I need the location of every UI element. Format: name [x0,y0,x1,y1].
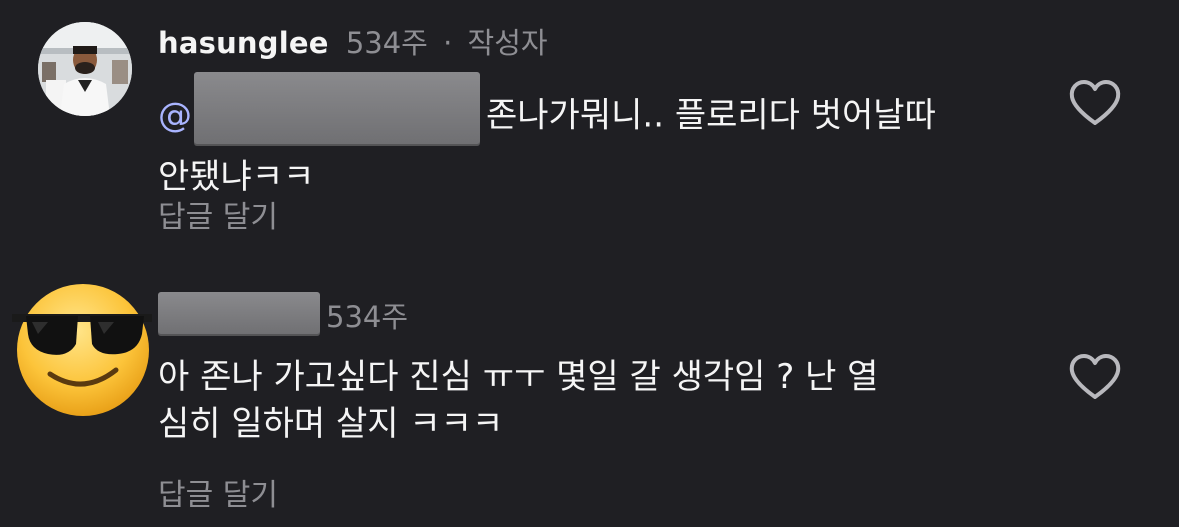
comment-text: 아 존나 가고싶다 진심 ㅠㅜ 몇일 갈 생각임 ? 난 열 심히 일하며 살지… [158,354,1038,448]
mention[interactable]: @ [158,96,192,136]
comment-text: @ 존나가뭐니.. 플로리다 벗어날따 안됐냐ㅋㅋ [158,72,1038,201]
comment-meta: hasunglee 534주 · 작성자 [158,26,548,60]
like-button[interactable] [1068,78,1122,128]
comment-text-line-2: 안됐냐ㅋㅋ [158,157,315,197]
comment-text-line-1: 아 존나 가고싶다 진심 ㅠㅜ 몇일 갈 생각임 ? 난 열 [158,357,879,397]
comment-text-line-1: 존나가뭐니.. 플로리다 벗어날따 [486,95,936,136]
reply-button[interactable]: 답글 달기 [158,192,278,236]
reply-button[interactable]: 답글 달기 [158,470,278,514]
avatar[interactable] [8,274,154,420]
comment: 534주 아 존나 가고싶다 진심 ㅠㅜ 몇일 갈 생각임 ? 난 열 심히 일… [0,260,1179,527]
redacted-username [158,292,320,336]
username[interactable]: hasunglee [158,26,329,60]
timestamp: 534주 [345,26,428,60]
timestamp: 534주 [326,300,409,334]
heart-outline-icon [1069,80,1121,125]
redacted-username [194,72,480,146]
avatar[interactable] [38,22,132,116]
comment: hasunglee 534주 · 작성자 @ 존나가뭐니.. 플로리다 벗어날따 … [0,0,1179,260]
like-button[interactable] [1068,352,1122,402]
sunglasses-emoji-icon [12,284,152,416]
separator-dot: · [443,26,453,60]
profile-photo-icon [38,22,132,116]
comment-text-line-2: 심히 일하며 살지 ㅋㅋㅋ [158,404,504,444]
author-badge: 작성자 [467,26,548,60]
heart-outline-icon [1069,354,1121,399]
